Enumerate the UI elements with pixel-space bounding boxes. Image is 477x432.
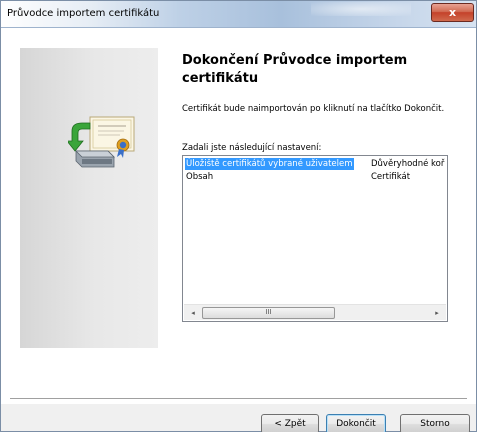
title-bar[interactable]: Průvodce importem certifikátu x	[1, 1, 476, 28]
back-button[interactable]: < Zpět	[261, 414, 319, 432]
scroll-right-icon[interactable]: ▸	[430, 307, 444, 319]
settings-label: Zadali jste následující nastavení:	[182, 143, 322, 153]
title-bar-glare	[311, 2, 411, 16]
page-title: Dokončení Průvodce importem certifikátu	[182, 53, 408, 86]
wizard-content: Dokončení Průvodce importem certifikátu …	[1, 28, 476, 404]
setting-name: Obsah	[186, 172, 214, 182]
settings-list[interactable]: Úložiště certifikátů vybrané uživatelem …	[182, 155, 448, 322]
horizontal-scrollbar[interactable]: ◂ III ▸	[184, 304, 446, 320]
setting-value: Důvěryhodné koř	[371, 159, 445, 169]
close-button[interactable]: x	[431, 3, 474, 22]
scroll-left-icon[interactable]: ◂	[186, 307, 200, 319]
window-title: Průvodce importem certifikátu	[7, 8, 160, 19]
cancel-button[interactable]: Storno	[400, 414, 470, 432]
scrollbar-thumb[interactable]: III	[202, 307, 335, 319]
side-panel	[20, 48, 158, 348]
finish-button[interactable]: Dokončit	[326, 414, 386, 432]
certificate-import-icon	[68, 116, 135, 168]
grip-icon: III	[265, 308, 272, 316]
wizard-window: Průvodce importem certifikátu x Dokončen…	[0, 0, 477, 432]
setting-value: Certifikát	[371, 172, 411, 182]
setting-name: Úložiště certifikátů vybrané uživatelem	[185, 158, 354, 170]
close-icon: x	[448, 6, 457, 19]
completion-description: Certifikát bude naimportován po kliknutí…	[182, 104, 445, 114]
button-separator	[10, 398, 467, 400]
